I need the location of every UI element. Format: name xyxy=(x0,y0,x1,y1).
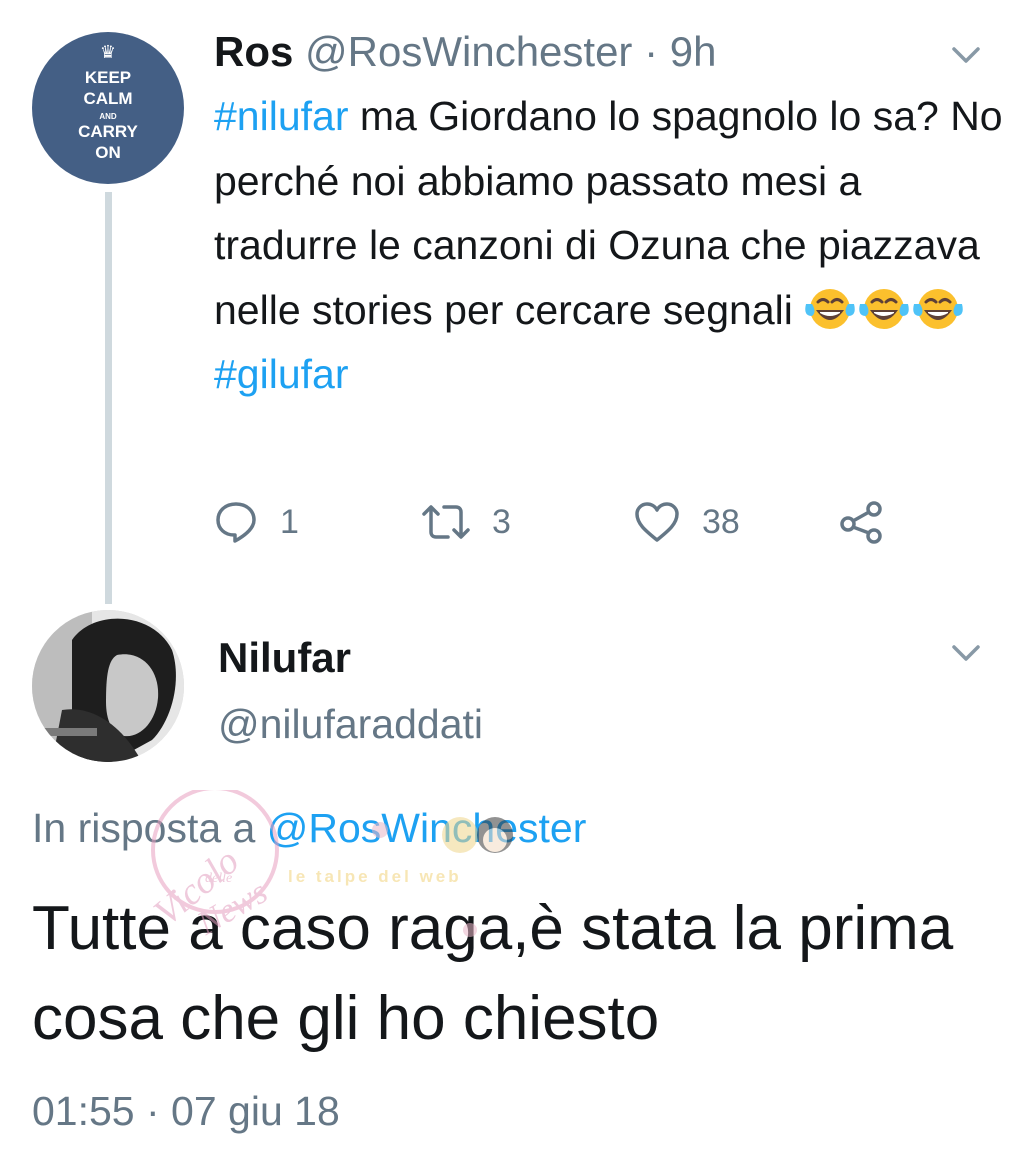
tweet-timestamp[interactable]: 01:55 · 07 giu 18 xyxy=(32,1086,340,1136)
retweet-icon xyxy=(422,505,470,539)
reply-icon xyxy=(216,502,256,543)
avatar-text: CALM xyxy=(83,89,133,108)
author-name[interactable]: Nilufar xyxy=(218,632,351,684)
chevron-down-icon[interactable] xyxy=(950,642,982,664)
avatar-text: KEEP xyxy=(84,68,132,87)
reply-prefix: In risposta a xyxy=(32,805,256,851)
like-count: 38 xyxy=(702,502,740,541)
reply-count: 1 xyxy=(280,502,299,541)
mention-link[interactable]: @RosWinchester xyxy=(267,805,587,851)
reply-tweet-text: Tutte a caso raga,è stata la prima cosa … xyxy=(32,894,954,1053)
author-name[interactable]: Ros xyxy=(214,28,293,75)
tears-of-joy-emoji-icon xyxy=(859,288,909,329)
avatar-nilufar[interactable] xyxy=(32,610,184,762)
tweet-time[interactable]: 9h xyxy=(670,28,717,75)
like-button[interactable]: 38 xyxy=(634,492,740,552)
author-handle[interactable]: @RosWinchester xyxy=(305,28,632,75)
tweet-text: #nilufar ma Giordano lo spagnolo lo sa? … xyxy=(214,84,1004,407)
avatar-text: ON xyxy=(95,143,121,162)
tweet-header: Ros @RosWinchester · 9h xyxy=(214,26,716,78)
author-handle[interactable]: @nilufaraddati xyxy=(218,698,483,750)
chevron-down-icon[interactable] xyxy=(950,44,982,66)
profile-photo xyxy=(32,610,184,762)
crown-icon: ♛ xyxy=(99,42,117,62)
retweet-count: 3 xyxy=(492,502,511,541)
hashtag-link[interactable]: #gilufar xyxy=(214,351,348,397)
tweet-actions: 1 3 38 xyxy=(214,492,914,552)
share-button[interactable] xyxy=(838,492,884,552)
retweet-button[interactable]: 3 xyxy=(420,492,511,552)
hashtag-link[interactable]: #nilufar xyxy=(214,93,348,139)
heart-icon xyxy=(635,502,679,542)
avatar-text: CARRY xyxy=(78,122,138,141)
avatar-ros[interactable]: ♛ KEEP CALM AND CARRY ON xyxy=(32,32,184,184)
tears-of-joy-emoji-icon xyxy=(913,288,963,329)
thread-connector-line xyxy=(105,192,112,604)
emoji-group xyxy=(804,287,966,333)
reply-button[interactable]: 1 xyxy=(214,492,299,552)
header-separator: · xyxy=(644,28,659,75)
reply-context: In risposta a @RosWinchester xyxy=(32,800,586,856)
tears-of-joy-emoji-icon xyxy=(805,288,855,329)
avatar-text: AND xyxy=(99,112,117,121)
share-icon xyxy=(840,501,882,544)
